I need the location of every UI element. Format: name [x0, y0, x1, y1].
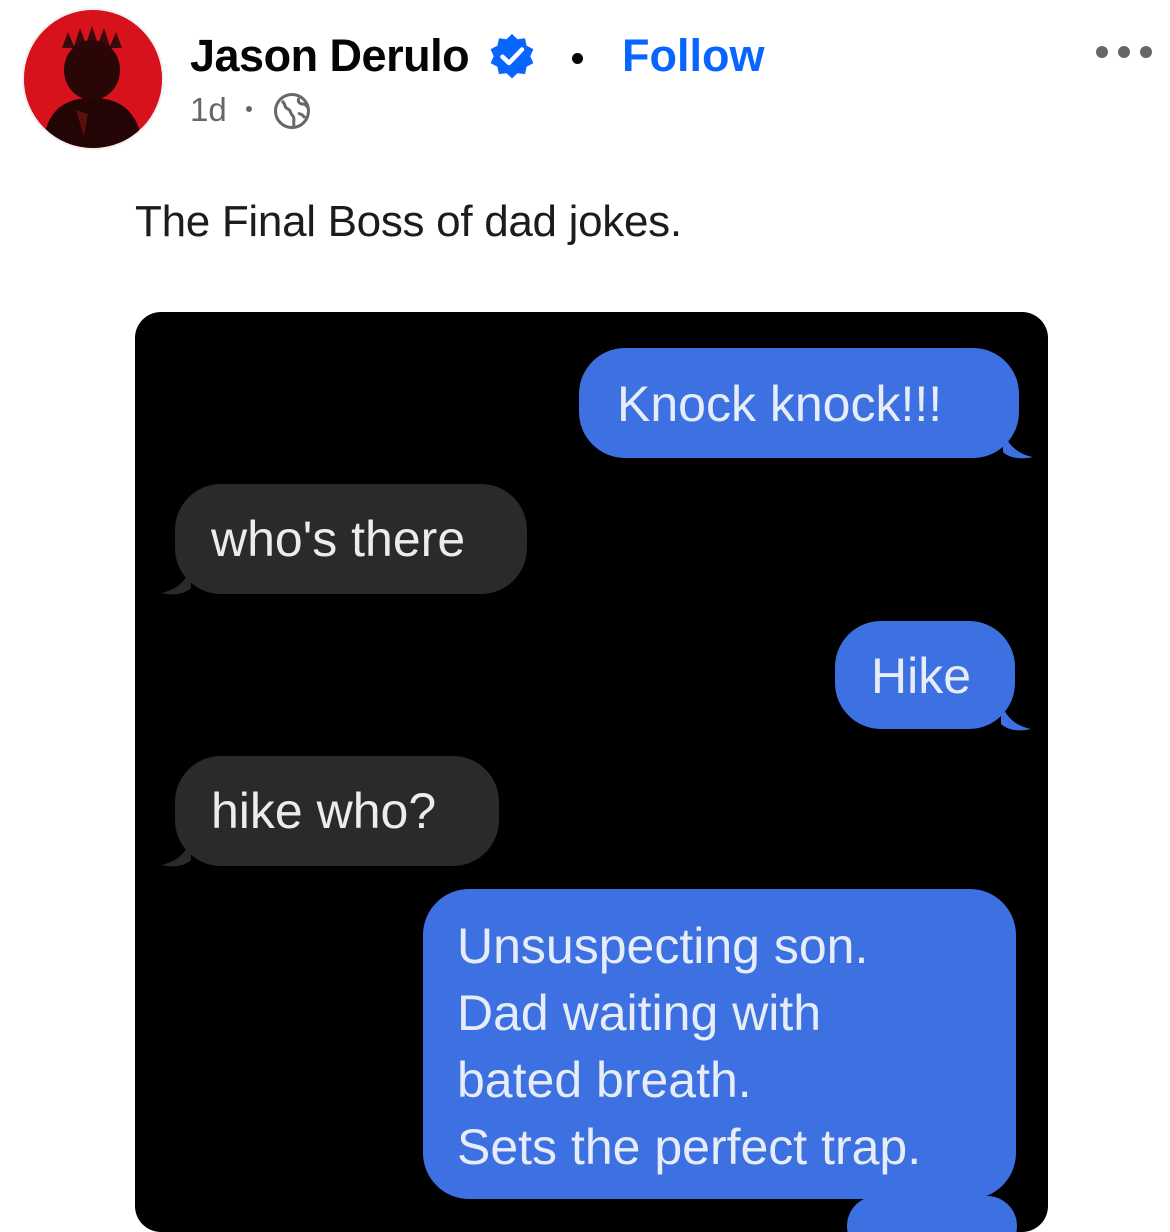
separator-dot: [572, 53, 583, 64]
meta-separator-dot: [246, 106, 252, 112]
bubble-tail: [1003, 430, 1033, 459]
chat-bubble-sent-partial: [847, 1196, 1017, 1232]
verified-badge-icon: [490, 34, 534, 79]
bubble-tail: [161, 566, 191, 595]
chat-bubble-sent: Knock knock!!!: [579, 348, 1019, 458]
message-line: Unsuspecting son.: [457, 918, 869, 974]
post-image[interactable]: Knock knock!!! who's there Hike hike who…: [135, 312, 1048, 1232]
avatar-photo: [24, 10, 162, 148]
more-options-icon: [1096, 46, 1108, 58]
message-line: Dad waiting with: [457, 985, 822, 1041]
post-timestamp[interactable]: 1d: [190, 90, 227, 130]
message-text: who's there: [211, 511, 466, 567]
message-text: hike who?: [211, 783, 437, 839]
message-line: Sets the perfect trap.: [457, 1119, 922, 1175]
globe-icon[interactable]: [273, 92, 311, 130]
message-line: bated breath.: [457, 1052, 752, 1108]
message-text: Knock knock!!!: [617, 376, 943, 432]
author-avatar[interactable]: [24, 10, 162, 148]
follow-button[interactable]: Follow: [622, 28, 764, 84]
more-options-button[interactable]: [1092, 30, 1156, 74]
post-caption: The Final Boss of dad jokes.: [135, 197, 682, 246]
bubble-tail: [1001, 702, 1031, 731]
bubble-tail: [161, 838, 191, 867]
chat-bubble-received: who's there: [175, 484, 527, 594]
chat-bubble-sent: Unsuspecting son. Dad waiting with bated…: [423, 889, 1016, 1199]
chat-bubble-received: hike who?: [175, 756, 499, 866]
message-text: Hike: [871, 648, 972, 704]
author-name[interactable]: Jason Derulo: [190, 28, 470, 84]
chat-bubble-sent: Hike: [835, 621, 1015, 729]
